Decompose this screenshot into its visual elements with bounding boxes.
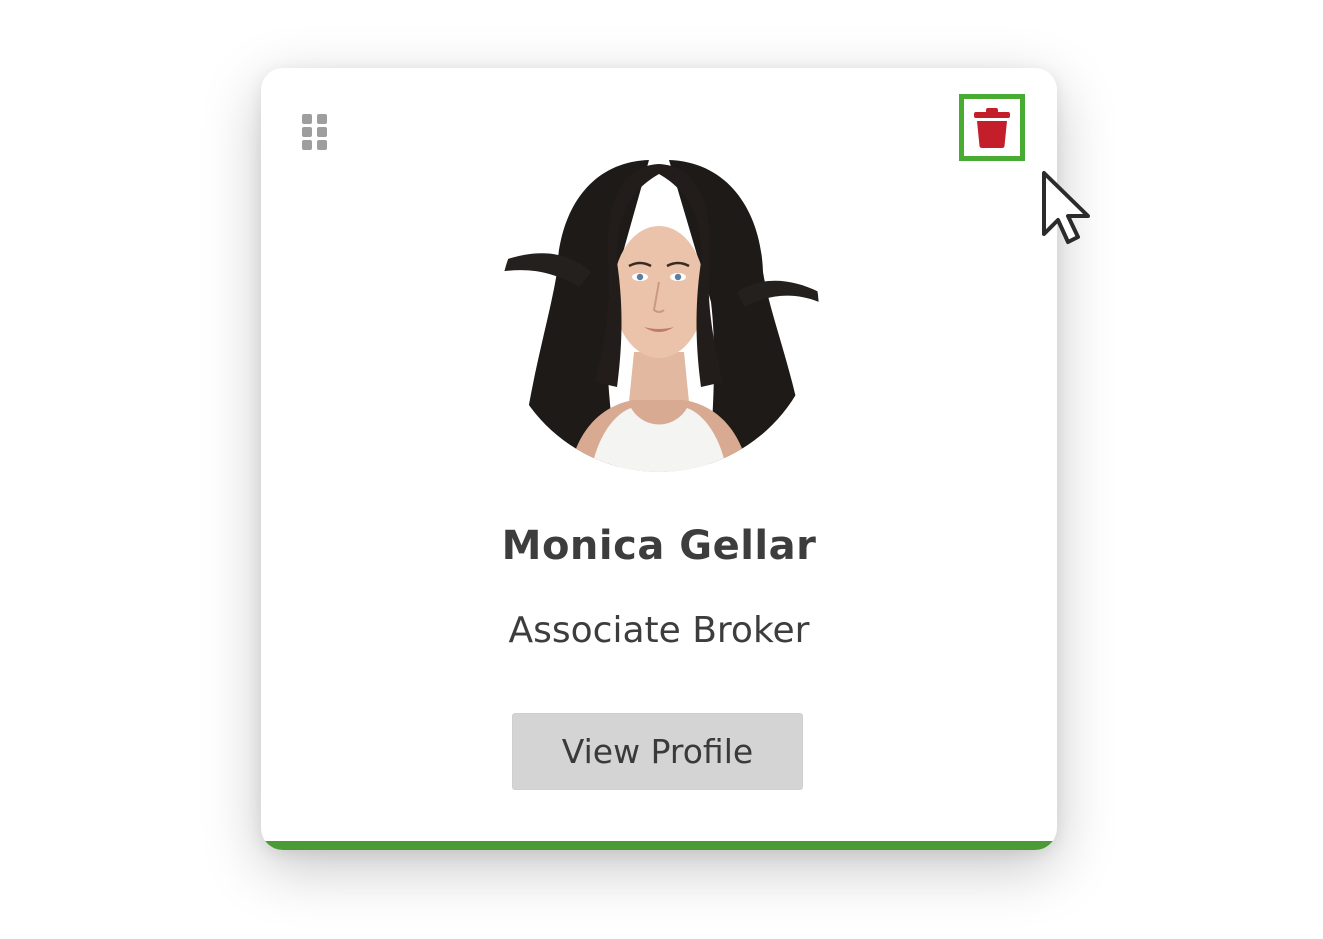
card-accent-bar [261, 841, 1057, 850]
delete-button[interactable] [959, 94, 1025, 161]
profile-photo [499, 152, 819, 472]
mouse-cursor [1040, 170, 1096, 246]
view-profile-button[interactable]: View Profile [512, 713, 803, 790]
agent-title: Associate Broker [508, 610, 810, 651]
stage: Monica Gellar Associate Broker View Prof… [0, 0, 1323, 939]
drag-handle[interactable] [301, 113, 329, 151]
trash-icon [974, 107, 1010, 148]
mouse-cursor-icon [1042, 171, 1090, 244]
agent-name: Monica Gellar [501, 523, 817, 569]
profile-card: Monica Gellar Associate Broker View Prof… [261, 68, 1057, 850]
grip-icon [302, 114, 327, 150]
avatar [499, 152, 819, 472]
